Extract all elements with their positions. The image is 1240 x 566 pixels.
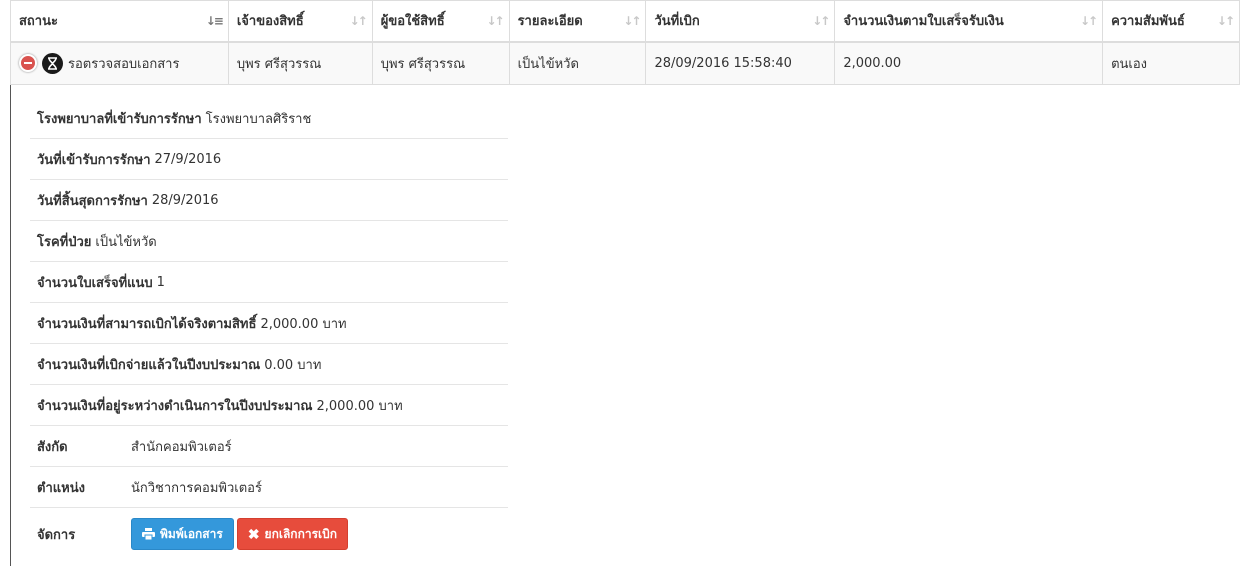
- detail-value: นักวิชาการคอมพิวเตอร์: [131, 480, 262, 496]
- detail-label: จำนวนเงินที่สามารถเบิกได้จริงตามสิทธิ์: [37, 316, 257, 332]
- claims-table: สถานะ ↓≡ เจ้าของสิทธิ์ ↓↑ ผู้ขอใช้สิทธิ์ ↓↑…: [10, 0, 1240, 85]
- print-document-button[interactable]: พิมพ์เอกสาร: [131, 518, 234, 550]
- sort-icon[interactable]: ↓↑: [812, 14, 830, 28]
- detail-paid-amount: จำนวนเงินที่เบิกจ่ายแล้วในปีงบประมาณ 0.0…: [30, 344, 508, 385]
- sort-icon[interactable]: ↓↑: [1217, 14, 1235, 28]
- detail-value: 0.00 บาท: [264, 357, 322, 373]
- detail-value: เป็นไข้หวัด: [95, 234, 157, 250]
- detail-actions: จัดการ พิมพ์เอกสาร ✖ ยกเลิกการเบิก: [30, 508, 508, 560]
- detail-position: ตำแหน่ง นักวิชาการคอมพิวเตอร์: [30, 467, 508, 508]
- sort-icon[interactable]: ↓↑: [486, 14, 504, 28]
- detail-label: จำนวนเงินที่เบิกจ่ายแล้วในปีงบประมาณ: [37, 357, 261, 373]
- table-header-row: สถานะ ↓≡ เจ้าของสิทธิ์ ↓↑ ผู้ขอใช้สิทธิ์ ↓↑…: [10, 0, 1240, 43]
- requester-cell: บุพร ศรีสุวรรณ: [371, 41, 510, 85]
- detail-department: สังกัด สำนักคอมพิวเตอร์: [30, 426, 508, 467]
- hourglass-icon: [42, 52, 63, 74]
- detail-label: จัดการ: [37, 527, 76, 543]
- detail-value: 2,000.00 บาท: [316, 398, 403, 414]
- sort-asc-icon[interactable]: ↓≡: [206, 14, 224, 28]
- detail-value: 1: [156, 274, 165, 290]
- column-header-date[interactable]: วันที่เบิก ↓↑: [645, 0, 836, 43]
- detail-cell: เป็นไข้หวัด: [508, 41, 647, 85]
- relation-cell: ตนเอง: [1102, 41, 1240, 85]
- date-cell: 28/09/2016 15:58:40: [645, 41, 836, 85]
- table-row[interactable]: รอตรวจสอบเอกสาร บุพร ศรีสุวรรณ บุพร ศรีส…: [10, 41, 1240, 85]
- detail-hospital: โรงพยาบาลที่เข้ารับการรักษา โรงพยาบาลศิร…: [30, 98, 508, 139]
- sort-icon[interactable]: ↓↑: [350, 14, 368, 28]
- detail-label: จำนวนใบเสร็จที่แนบ: [37, 275, 153, 291]
- column-header-detail[interactable]: รายละเอียด ↓↑: [508, 0, 647, 43]
- minus-circle-icon[interactable]: [19, 54, 37, 73]
- detail-label: วันที่สิ้นสุดการรักษา: [37, 193, 148, 209]
- detail-value: 27/9/2016: [154, 151, 222, 167]
- owner-cell: บุพร ศรีสุวรรณ: [227, 41, 373, 85]
- detail-label: โรคที่ป่วย: [37, 234, 92, 250]
- sort-icon[interactable]: ↓↑: [1080, 14, 1098, 28]
- detail-receipts: จำนวนใบเสร็จที่แนบ 1: [30, 262, 508, 303]
- detail-label: จำนวนเงินที่อยู่ระหว่างดำเนินการในปีงบปร…: [37, 398, 313, 414]
- detail-value: โรงพยาบาลศิริราช: [205, 111, 312, 127]
- column-header-amount[interactable]: จำนวนเงินตามใบเสร็จรับเงิน ↓↑: [834, 0, 1104, 43]
- detail-value: สำนักคอมพิวเตอร์: [131, 439, 232, 455]
- column-header-status[interactable]: สถานะ ↓≡: [10, 0, 229, 43]
- row-details-panel: โรงพยาบาลที่เข้ารับการรักษา โรงพยาบาลศิร…: [30, 98, 508, 560]
- column-header-owner[interactable]: เจ้าของสิทธิ์ ↓↑: [227, 0, 373, 43]
- detail-label: โรงพยาบาลที่เข้ารับการรักษา: [37, 111, 202, 127]
- detail-eligible-amount: จำนวนเงินที่สามารถเบิกได้จริงตามสิทธิ์ 2…: [30, 303, 508, 344]
- status-text: รอตรวจสอบเอกสาร: [68, 56, 180, 72]
- print-icon: [142, 528, 155, 540]
- detail-value: 2,000.00 บาท: [260, 316, 347, 332]
- detail-end-date: วันที่สิ้นสุดการรักษา 28/9/2016: [30, 180, 508, 221]
- detail-admit-date: วันที่เข้ารับการรักษา 27/9/2016: [30, 139, 508, 180]
- column-header-requester[interactable]: ผู้ขอใช้สิทธิ์ ↓↑: [371, 0, 510, 43]
- times-icon: ✖: [247, 525, 260, 542]
- column-header-relation[interactable]: ความสัมพันธ์ ↓↑: [1102, 0, 1240, 43]
- detail-value: 28/9/2016: [151, 192, 219, 208]
- status-cell: รอตรวจสอบเอกสาร: [10, 41, 229, 85]
- cancel-claim-button[interactable]: ✖ ยกเลิกการเบิก: [236, 518, 348, 550]
- detail-label: ตำแหน่ง: [37, 480, 85, 496]
- detail-disease: โรคที่ป่วย เป็นไข้หวัด: [30, 221, 508, 262]
- sort-icon[interactable]: ↓↑: [623, 14, 641, 28]
- detail-pending-amount: จำนวนเงินที่อยู่ระหว่างดำเนินการในปีงบปร…: [30, 385, 508, 426]
- detail-label: วันที่เข้ารับการรักษา: [37, 152, 151, 168]
- detail-label: สังกัด: [37, 439, 68, 455]
- amount-cell: 2,000.00: [834, 41, 1104, 85]
